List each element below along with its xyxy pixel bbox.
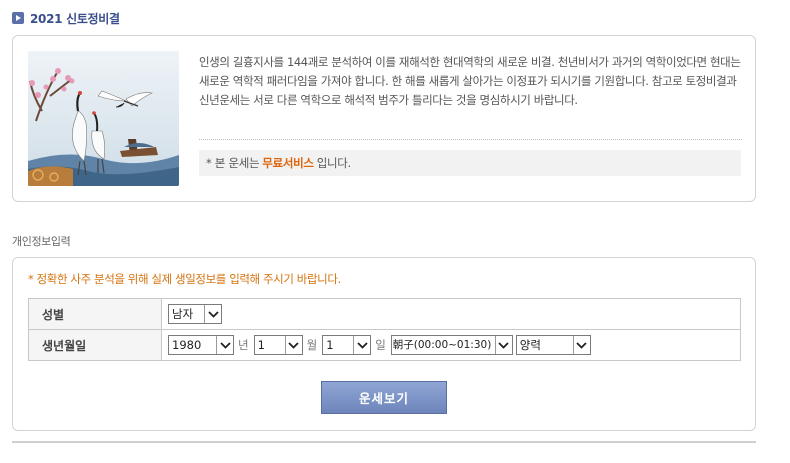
birth-year-value: 1980 — [172, 338, 202, 352]
birth-year-select[interactable]: 1980 — [168, 335, 234, 355]
bottom-divider — [12, 441, 756, 443]
chevron-down-icon — [572, 336, 590, 354]
chevron-down-icon — [204, 305, 221, 323]
form-notice: * 정확한 사주 분석을 위해 실제 생일정보를 입력해 주시기 바랍니다. — [28, 272, 341, 286]
personal-info-form: * 정확한 사주 분석을 위해 실제 생일정보를 입력해 주시기 바랍니다. 성… — [12, 257, 756, 431]
section-label-personal-info: 개인정보입력 — [12, 235, 71, 248]
free-service-highlight: 무료서비스 — [262, 156, 314, 170]
dotted-divider — [199, 139, 742, 140]
birth-day-value: 1 — [326, 338, 334, 352]
year-unit: 년 — [238, 338, 249, 352]
day-unit: 일 — [375, 338, 386, 352]
gender-select[interactable]: 남자 — [168, 304, 222, 324]
birth-hour-value: 朝子(00:00~01:30) — [392, 339, 492, 351]
page-title: 2021 신토정비결 — [30, 11, 120, 26]
month-unit: 월 — [306, 338, 318, 352]
birth-row: 생년월일 1980 년 1 월 1 일 朝子(00:00~01:30) 양력 — [28, 329, 741, 361]
notice-suffix: 입니다. — [316, 156, 352, 170]
intro-box: 인생의 길흉지사를 144괘로 분석하여 이를 재해석한 현대역학의 새로운 비… — [12, 35, 756, 202]
birth-cell: 1980 년 1 월 1 일 朝子(00:00~01:30) 양력 — [161, 329, 741, 361]
gender-cell: 남자 — [161, 298, 741, 330]
birth-hour-select[interactable]: 朝子(00:00~01:30) — [390, 335, 513, 355]
intro-description: 인생의 길흉지사를 144괘로 분석하여 이를 재해석한 현대역학의 새로운 비… — [199, 55, 741, 107]
birth-month-value: 1 — [257, 338, 265, 352]
calendar-type-select[interactable]: 양력 — [515, 335, 591, 355]
play-square-icon — [12, 12, 24, 24]
calendar-type-value: 양력 — [519, 338, 541, 352]
gender-row: 성별 남자 — [28, 298, 741, 330]
free-service-notice: * 본 운세는 무료서비스 입니다. — [199, 150, 741, 176]
crane-illustration — [28, 51, 179, 186]
chevron-down-icon — [284, 336, 302, 354]
page-header: 2021 신토정비결 — [12, 10, 120, 26]
birth-month-select[interactable]: 1 — [253, 335, 303, 355]
chevron-down-icon — [494, 336, 512, 354]
view-fortune-button[interactable]: 운세보기 — [321, 381, 447, 414]
gender-label: 성별 — [28, 298, 162, 330]
chevron-down-icon — [216, 336, 233, 354]
chevron-down-icon — [353, 336, 371, 354]
input-table: 성별 남자 생년월일 1980 년 1 월 1 일 朝子(00:00~01:30… — [28, 298, 741, 361]
gender-select-value: 남자 — [172, 307, 194, 321]
notice-prefix: * 본 운세는 — [206, 156, 260, 170]
birth-day-select[interactable]: 1 — [322, 335, 372, 355]
birth-label: 생년월일 — [28, 329, 162, 361]
